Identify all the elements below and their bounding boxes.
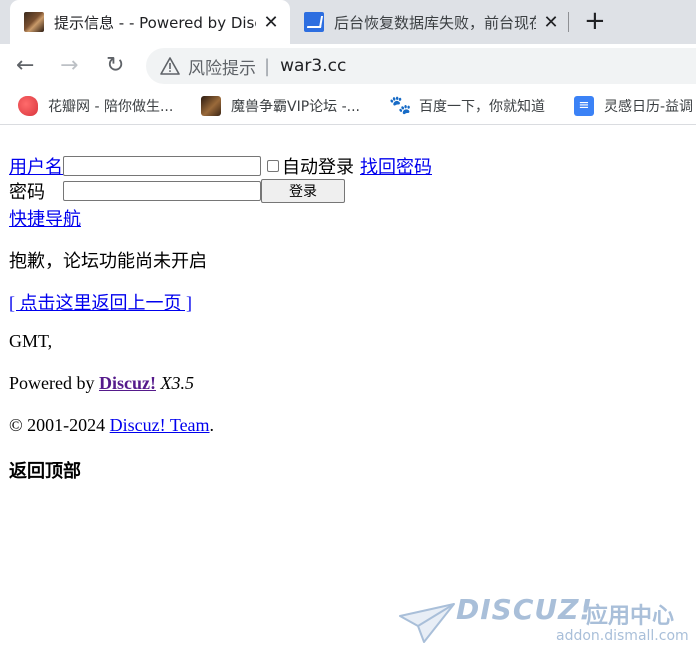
powered-by-row: Powered by Discuz! X3.5 [9, 373, 194, 394]
back-link[interactable]: [ 点击这里返回上一页 ] [9, 289, 192, 315]
username-label-link[interactable]: 用户名 [9, 153, 63, 179]
bookmarks-bar: 花瓣网 - 陪你做生... 魔兽争霸VIP论坛 -... 🐾 百度一下，你就知道… [0, 88, 696, 125]
page-content: 用户名 自动登录 找回密码 密码 登录 快捷导航 抱歉，论坛功能尚未开启 [ 点… [0, 125, 696, 662]
quick-nav-link[interactable]: 快捷导航 [9, 205, 81, 231]
paper-plane-icon [399, 603, 455, 643]
bookmark-calendar[interactable]: ≡ 灵感日历-益调 [574, 96, 693, 116]
bookmark-war3[interactable]: 魔兽争霸VIP论坛 -... [201, 96, 360, 116]
login-button[interactable]: 登录 [261, 179, 345, 203]
tab-inactive[interactable]: 后台恢复数据库失败，前台现在打不开了 ✕ [300, 0, 570, 44]
watermark-cn: 应用中心 [586, 604, 675, 629]
back-to-top[interactable]: 返回顶部 [9, 457, 81, 483]
watermark-brand: DISCUZ! [456, 593, 594, 626]
tab-active[interactable]: 提示信息 - - Powered by Discuz! ✕ [10, 0, 290, 44]
powered-prefix: Powered by [9, 373, 99, 393]
username-input[interactable] [63, 156, 261, 176]
discuz-team-link[interactable]: Discuz! Team [110, 415, 210, 436]
bookmark-baidu[interactable]: 🐾 百度一下，你就知道 [389, 96, 545, 116]
security-warning-label[interactable]: 风险提示 [188, 54, 256, 79]
quicknav-row: 快捷导航 [9, 205, 81, 231]
tab-separator [568, 12, 569, 32]
forward-arrow-icon[interactable]: → [60, 53, 78, 79]
war3-icon [201, 96, 221, 116]
autologin-checkbox[interactable] [267, 160, 279, 172]
warning-triangle-icon[interactable] [160, 56, 180, 76]
tab-close-icon[interactable]: ✕ [262, 12, 280, 33]
autologin-label: 自动登录 [282, 157, 354, 177]
login-row-password: 密码 登录 [9, 178, 345, 204]
copyright-prefix: © 2001-2024 [9, 415, 110, 435]
bookmark-label: 魔兽争霸VIP论坛 -... [231, 99, 361, 115]
version-text: X3.5 [155, 373, 194, 393]
discuz-favicon-icon [304, 12, 324, 32]
tab-title: 提示信息 - - Powered by Discuz! [54, 13, 256, 32]
login-row-username: 用户名 自动登录 找回密码 [9, 153, 432, 179]
bookmark-label: 花瓣网 - 陪你做生... [48, 99, 174, 115]
bookmark-label: 灵感日历-益调 [604, 99, 694, 115]
tab-strip: 提示信息 - - Powered by Discuz! ✕ 后台恢复数据库失败，… [0, 0, 696, 44]
copyright-suffix: . [209, 415, 215, 435]
tab-close-icon[interactable]: ✕ [542, 12, 560, 33]
calendar-icon: ≡ [574, 96, 594, 116]
bookmark-label: 百度一下，你就知道 [419, 99, 545, 115]
war3-favicon-icon [24, 12, 44, 32]
discuz-link[interactable]: Discuz! [99, 373, 156, 394]
password-label: 密码 [9, 182, 45, 202]
forgot-password-link[interactable]: 找回密码 [360, 153, 432, 179]
address-bar[interactable]: 风险提示 | war3.cc [146, 48, 696, 84]
baidu-icon: 🐾 [389, 95, 412, 116]
copyright-row: © 2001-2024 Discuz! Team . [9, 415, 214, 436]
url-text[interactable]: war3.cc [280, 56, 346, 76]
back-arrow-icon[interactable]: ← [16, 53, 34, 79]
dismall-watermark: DISCUZ! 应用中心 addon.dismall.com [398, 593, 689, 656]
password-input[interactable] [63, 181, 261, 201]
reload-icon[interactable]: ↻ [106, 53, 124, 79]
footer-time: GMT, [9, 331, 53, 351]
message-text: 抱歉，论坛功能尚未开启 [9, 251, 207, 271]
address-separator: | [264, 55, 271, 77]
tab-title: 后台恢复数据库失败，前台现在打不开了 [334, 13, 536, 32]
new-tab-button[interactable]: + [584, 8, 606, 34]
bookmark-huaban[interactable]: 花瓣网 - 陪你做生... [18, 96, 173, 116]
back-row: [ 点击这里返回上一页 ] [9, 289, 192, 315]
huaban-icon [18, 96, 38, 116]
watermark-domain: addon.dismall.com [556, 628, 689, 644]
